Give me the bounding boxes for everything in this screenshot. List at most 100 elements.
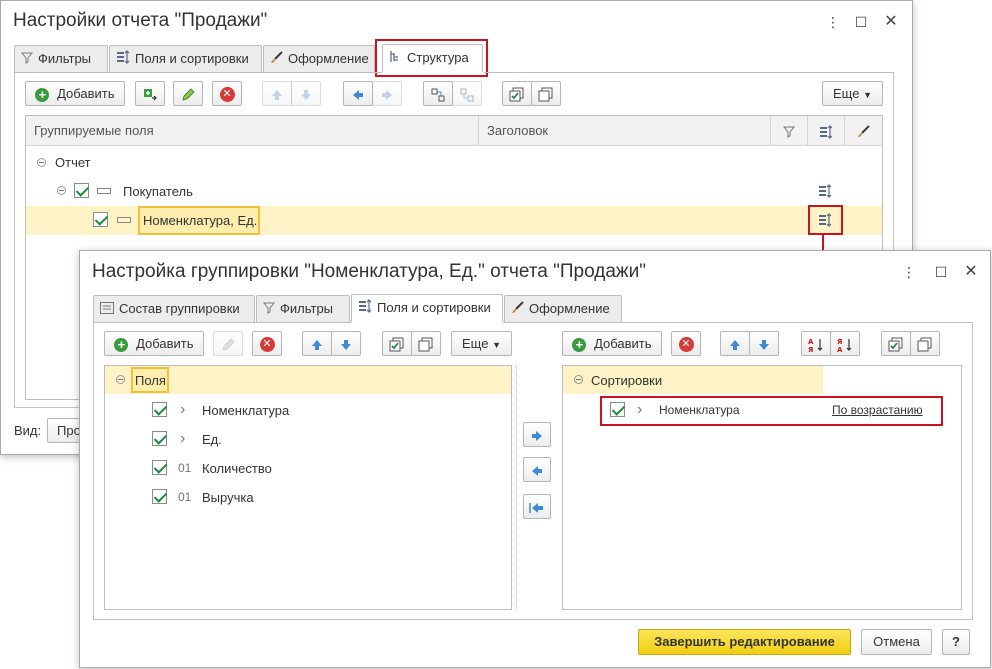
- tab-label: Фильтры: [38, 51, 92, 66]
- edit-button[interactable]: [173, 81, 203, 106]
- uncheck-all-icon: [418, 337, 433, 352]
- more-label: Еще: [833, 86, 860, 101]
- column-header-filter[interactable]: [771, 116, 808, 146]
- delete-field-button[interactable]: ✕: [252, 331, 282, 356]
- column-header-fields[interactable]: [808, 116, 845, 146]
- tab-grouping-composition[interactable]: Состав группировки: [93, 295, 255, 322]
- brush-icon: [511, 297, 524, 322]
- move-down-button[interactable]: [749, 331, 779, 356]
- more-options-icon[interactable]: ⋮: [899, 262, 919, 282]
- check-all-button[interactable]: [382, 331, 412, 356]
- move-right-button[interactable]: [372, 81, 402, 106]
- maximize-icon[interactable]: ☐: [931, 262, 951, 282]
- move-up-button[interactable]: [302, 331, 332, 356]
- move-down-button[interactable]: [291, 81, 321, 106]
- collapse-icon[interactable]: [37, 158, 46, 167]
- move-up-button[interactable]: [720, 331, 750, 356]
- add-button[interactable]: + Добавить: [25, 81, 125, 106]
- svg-text:Я: Я: [837, 338, 842, 346]
- group-button[interactable]: [423, 81, 453, 106]
- column-header-title[interactable]: Заголовок: [479, 116, 771, 146]
- field-label[interactable]: Выручка: [202, 490, 254, 505]
- move-to-sort-button[interactable]: [523, 422, 551, 447]
- tree-item-label[interactable]: Покупатель: [123, 184, 193, 199]
- field-label[interactable]: Номенклатура: [202, 403, 289, 418]
- field-checkbox[interactable]: [152, 489, 167, 504]
- tree-item-label[interactable]: Номенклатура, Ед.: [143, 213, 257, 228]
- more-button[interactable]: Еще ▼: [822, 81, 883, 106]
- column-header-grouped-fields[interactable]: Группируемые поля: [26, 116, 479, 146]
- more-button[interactable]: Еще ▼: [451, 331, 512, 356]
- cancel-button[interactable]: Отмена: [861, 629, 932, 655]
- sort-ascending-button[interactable]: AЯ: [801, 331, 831, 356]
- plus-icon: +: [572, 337, 587, 352]
- uncheck-all-button[interactable]: [411, 331, 441, 356]
- uncheck-all-button[interactable]: [910, 331, 940, 356]
- check-all-button[interactable]: [881, 331, 911, 356]
- delete-icon: ✕: [219, 87, 235, 103]
- move-up-button[interactable]: [262, 81, 292, 106]
- tab-fields-sorting[interactable]: Поля и сортировки: [351, 294, 503, 322]
- grouping-checkbox[interactable]: [93, 212, 108, 227]
- column-header-appearance[interactable]: [845, 116, 882, 146]
- add-sort-button[interactable]: + Добавить: [562, 331, 662, 356]
- close-icon[interactable]: ✕: [881, 12, 901, 32]
- move-down-button[interactable]: [331, 331, 361, 356]
- add-group-button[interactable]: [135, 81, 165, 106]
- filter-icon: [782, 126, 796, 138]
- sort-fields-icon[interactable]: [818, 213, 832, 227]
- sort-za-icon: ЯA: [837, 338, 852, 353]
- help-button[interactable]: ?: [942, 629, 970, 655]
- numeric-field-icon: 01: [178, 461, 192, 475]
- fields-root-label[interactable]: Поля: [135, 373, 166, 388]
- tab-filters[interactable]: Фильтры: [14, 45, 108, 72]
- finish-editing-button[interactable]: Завершить редактирование: [638, 629, 851, 655]
- uncheck-all-icon: [538, 87, 553, 102]
- tab-label: Поля и сортировки: [135, 51, 249, 66]
- check-all-button[interactable]: [502, 81, 532, 106]
- ungroup-icon: [460, 88, 474, 102]
- field-label[interactable]: Ед.: [202, 432, 222, 447]
- field-checkbox[interactable]: [152, 431, 167, 446]
- expand-icon[interactable]: ›: [180, 430, 185, 448]
- close-icon[interactable]: ✕: [961, 262, 981, 282]
- tab-fields-sorting[interactable]: Поля и сортировки: [109, 45, 262, 72]
- collapse-icon[interactable]: [57, 186, 66, 195]
- field-checkbox[interactable]: [152, 460, 167, 475]
- sort-descending-button[interactable]: ЯA: [830, 331, 860, 356]
- tree-item-label[interactable]: Отчет: [55, 155, 91, 170]
- remove-from-sort-button[interactable]: [523, 457, 551, 482]
- ungroup-button[interactable]: [452, 81, 482, 106]
- sorting-root-label[interactable]: Сортировки: [591, 373, 662, 388]
- column-header-label: Группируемые поля: [34, 123, 154, 138]
- sort-field-label[interactable]: Номенклатура: [659, 403, 740, 417]
- add-field-button[interactable]: + Добавить: [104, 331, 204, 356]
- delete-sort-button[interactable]: ✕: [671, 331, 701, 356]
- sort-fields-icon[interactable]: [818, 184, 832, 198]
- more-options-icon[interactable]: ⋮: [823, 12, 843, 32]
- arrow-up-icon: [730, 339, 740, 350]
- sort-checkbox[interactable]: [610, 402, 625, 417]
- add-group-icon: [144, 88, 157, 100]
- plus-icon: +: [35, 87, 50, 102]
- sort-fields-icon: [358, 296, 372, 321]
- remove-all-from-sort-button[interactable]: [523, 494, 551, 519]
- edit-field-button[interactable]: [213, 331, 243, 356]
- move-left-button[interactable]: [343, 81, 373, 106]
- maximize-icon[interactable]: ☐: [851, 12, 871, 32]
- add-label: Добавить: [594, 336, 652, 351]
- expand-icon[interactable]: ›: [637, 401, 642, 419]
- tab-filters[interactable]: Фильтры: [256, 295, 350, 322]
- uncheck-all-button[interactable]: [531, 81, 561, 106]
- arrow-down-icon: [301, 89, 311, 100]
- field-label[interactable]: Количество: [202, 461, 272, 476]
- tab-appearance[interactable]: Оформление: [504, 295, 622, 322]
- grouping-checkbox[interactable]: [74, 183, 89, 198]
- tab-appearance[interactable]: Оформление: [263, 45, 375, 72]
- sort-direction-link[interactable]: По возрастанию: [832, 403, 923, 417]
- delete-button[interactable]: ✕: [212, 81, 242, 106]
- collapse-icon[interactable]: [116, 375, 125, 384]
- expand-icon[interactable]: ›: [180, 401, 185, 419]
- collapse-icon[interactable]: [574, 375, 583, 384]
- field-checkbox[interactable]: [152, 402, 167, 417]
